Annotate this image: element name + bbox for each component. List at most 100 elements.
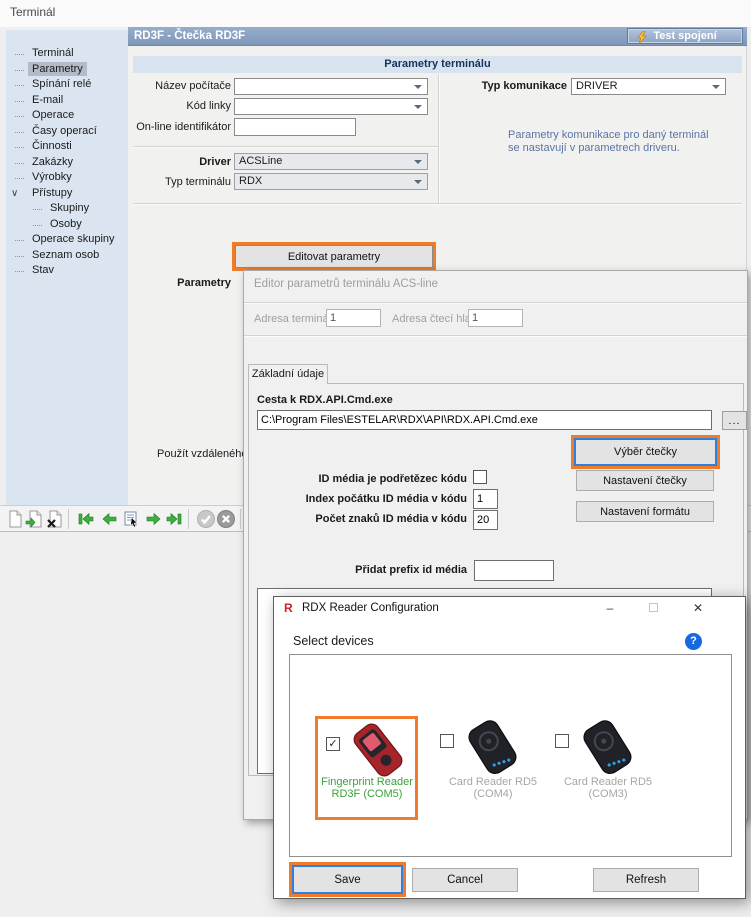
cancel-button[interactable]: Cancel bbox=[412, 868, 518, 892]
confirm-icon[interactable] bbox=[196, 509, 216, 529]
tree-guide bbox=[15, 163, 24, 164]
computer-name-combo[interactable] bbox=[234, 78, 428, 95]
rdx-app-icon: R bbox=[284, 601, 293, 615]
sidebar-tree: Terminál Parametry Spínání relé E-mail O… bbox=[6, 30, 128, 505]
tab-zakladni-udaje[interactable]: Základní údaje bbox=[248, 364, 328, 384]
save-highlight: Save bbox=[289, 862, 406, 897]
new-record-icon[interactable] bbox=[5, 509, 25, 529]
tree-guide bbox=[15, 116, 24, 117]
terminal-type-label: Typ terminálu bbox=[128, 176, 231, 188]
device-card-rd5-com3[interactable] bbox=[552, 719, 664, 819]
tree-guide bbox=[33, 225, 42, 226]
next-record-icon[interactable] bbox=[143, 509, 163, 529]
record-header-bar: RD3F - Čtečka RD3F Test spojení bbox=[128, 27, 747, 46]
use-remote-label: Použít vzdáleného z bbox=[157, 448, 256, 460]
prefix-label: Přidat prefix id média bbox=[264, 564, 467, 576]
delete-record-icon[interactable] bbox=[44, 509, 64, 529]
terminal-type-combo[interactable]: RDX bbox=[234, 173, 428, 190]
driver-combo[interactable]: ACSLine bbox=[234, 153, 428, 170]
sidebar-item-email[interactable]: E-mail bbox=[6, 93, 128, 109]
head-address-input[interactable] bbox=[468, 309, 523, 327]
driver-label: Driver bbox=[128, 156, 231, 168]
last-record-icon[interactable] bbox=[164, 509, 184, 529]
sidebar-item-seznam-osob[interactable]: Seznam osob bbox=[6, 248, 128, 264]
device-label: Fingerprint Reader RD3F (COM5) bbox=[312, 777, 422, 800]
lightning-icon bbox=[636, 31, 648, 44]
sidebar-item-operace-skupiny[interactable]: Operace skupiny bbox=[6, 232, 128, 248]
prefix-input[interactable] bbox=[474, 560, 554, 581]
device-label: Card Reader RD5 (COM3) bbox=[552, 777, 664, 800]
sidebar-item-zakazky[interactable]: Zakázky bbox=[6, 155, 128, 171]
device-checkbox-checked[interactable]: ✓ bbox=[326, 737, 340, 751]
edit-record-icon[interactable] bbox=[24, 509, 44, 529]
online-id-input[interactable] bbox=[234, 118, 356, 136]
first-record-icon[interactable] bbox=[76, 509, 96, 529]
divider bbox=[244, 302, 747, 304]
communication-type-combo[interactable]: DRIVER bbox=[571, 78, 726, 95]
id-start-index-input[interactable] bbox=[473, 489, 498, 509]
exe-path-input[interactable] bbox=[257, 410, 712, 430]
device-checkbox[interactable] bbox=[555, 734, 569, 748]
sidebar-item-terminal[interactable]: Terminál bbox=[6, 46, 128, 62]
window-top-band bbox=[0, 0, 751, 27]
sidebar-item-casy-operaci[interactable]: Časy operací bbox=[6, 124, 128, 140]
refresh-button[interactable]: Refresh bbox=[593, 868, 699, 892]
select-devices-label: Select devices bbox=[293, 634, 374, 648]
id-char-count-label: Počet znaků ID média v kódu bbox=[264, 513, 467, 525]
parameters-label: Parametry bbox=[128, 277, 231, 289]
communication-type-label: Typ komunikace bbox=[428, 80, 567, 92]
tree-guide bbox=[15, 256, 24, 257]
edit-params-highlight: Editovat parametry bbox=[232, 242, 436, 271]
previous-record-icon[interactable] bbox=[100, 509, 120, 529]
sidebar-item-parametry[interactable]: Parametry bbox=[6, 62, 128, 78]
maximize-icon[interactable] bbox=[635, 597, 671, 620]
sidebar-item-stav[interactable]: Stav bbox=[6, 263, 128, 279]
tree-guide bbox=[15, 85, 24, 86]
sidebar-item-vyrobky[interactable]: Výrobky bbox=[6, 170, 128, 186]
sidebar-item-pristupy[interactable]: ∨Přístupy bbox=[6, 186, 128, 202]
driver-hint-text: Parametry komunikace pro daný terminál s… bbox=[508, 129, 709, 155]
editor-dialog-title: Editor parametrů terminálu ACS-line bbox=[254, 278, 438, 290]
sidebar-item-cinnosti[interactable]: Činnosti bbox=[6, 139, 128, 155]
fingerprint-reader-image bbox=[342, 721, 414, 779]
divider bbox=[244, 335, 747, 337]
browse-button[interactable]: ... bbox=[722, 411, 747, 430]
help-icon[interactable]: ? bbox=[685, 633, 702, 650]
sidebar-item-spinani-rele[interactable]: Spínání relé bbox=[6, 77, 128, 93]
minimize-icon[interactable]: – bbox=[592, 597, 628, 620]
id-char-count-input[interactable] bbox=[473, 510, 498, 530]
divider bbox=[133, 146, 438, 148]
save-button[interactable]: Save bbox=[292, 865, 403, 894]
terminal-address-input[interactable] bbox=[326, 309, 381, 327]
device-checkbox[interactable] bbox=[440, 734, 454, 748]
divider bbox=[68, 509, 69, 529]
edit-parameters-button[interactable]: Editovat parametry bbox=[235, 245, 433, 268]
close-icon[interactable]: ✕ bbox=[678, 597, 718, 620]
device-card-rd5-com4[interactable] bbox=[437, 719, 549, 819]
format-settings-button[interactable]: Nastavení formátu bbox=[576, 501, 714, 522]
tree-guide bbox=[15, 178, 24, 179]
browse-records-icon[interactable] bbox=[121, 509, 141, 529]
computer-name-label: Název počítače bbox=[128, 80, 231, 92]
tree-guide bbox=[15, 101, 24, 102]
terminal-address-label: Adresa terminálu bbox=[254, 313, 337, 325]
chevron-down-icon[interactable]: ∨ bbox=[11, 186, 18, 202]
reader-select-button[interactable]: Výběr čtečky bbox=[574, 438, 717, 466]
line-code-combo[interactable] bbox=[234, 98, 428, 115]
online-id-label: On-line identifikátor bbox=[128, 121, 231, 133]
divider bbox=[240, 509, 241, 529]
device-fingerprint-rd3f[interactable]: ✓ bbox=[315, 716, 418, 820]
cancel-icon[interactable] bbox=[216, 509, 236, 529]
line-code-label: Kód linky bbox=[128, 100, 231, 112]
reader-settings-button[interactable]: Nastavení čtečky bbox=[576, 470, 714, 491]
tree-guide bbox=[15, 147, 24, 148]
record-title: RD3F - Čtečka RD3F bbox=[134, 30, 245, 42]
tree-guide bbox=[33, 209, 42, 210]
sidebar-item-skupiny[interactable]: Skupiny bbox=[6, 201, 128, 217]
test-connection-button[interactable]: Test spojení bbox=[627, 28, 743, 44]
id-substring-checkbox[interactable] bbox=[473, 470, 487, 484]
section-header: Parametry terminálu bbox=[133, 56, 742, 73]
sidebar-item-operace[interactable]: Operace bbox=[6, 108, 128, 124]
sidebar-item-osoby[interactable]: Osoby bbox=[6, 217, 128, 233]
card-reader-image bbox=[570, 719, 646, 777]
